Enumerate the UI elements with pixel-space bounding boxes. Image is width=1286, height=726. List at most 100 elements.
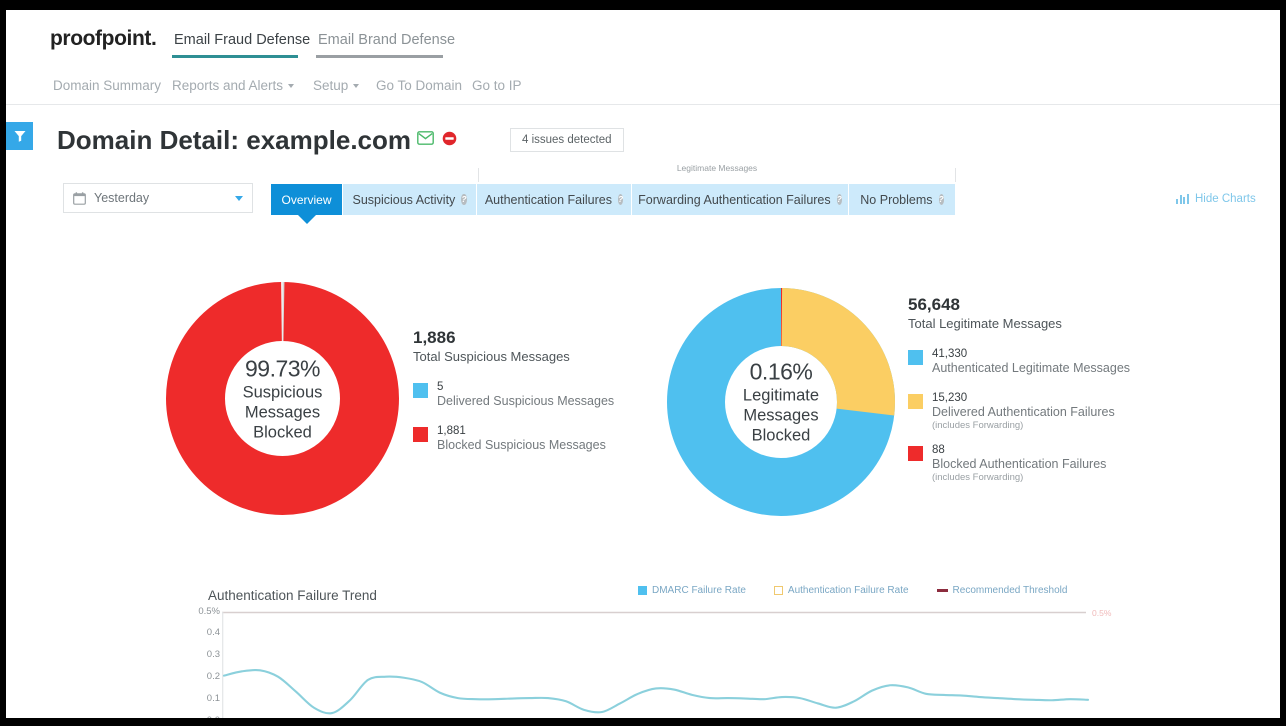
- legend-total-value: 1,886: [413, 328, 456, 347]
- dmarc-failure-rate-line: [222, 668, 1090, 715]
- nav-label: Go to IP: [472, 78, 522, 93]
- legend-swatch-delivered-failures: [908, 394, 923, 409]
- bar-chart-icon: [1176, 194, 1190, 204]
- donut-caption-line2: Messages: [743, 406, 819, 425]
- no-entry-icon[interactable]: [442, 131, 457, 146]
- y-tick-4: 0.1: [206, 693, 220, 704]
- nav-label: Reports and Alerts: [172, 78, 284, 93]
- legend-note: (includes Forwarding): [932, 472, 1024, 483]
- app-window: proofpoint. Email Fraud Defense Email Br…: [6, 10, 1280, 718]
- app-tab-email-fraud-defense[interactable]: Email Fraud Defense: [174, 32, 310, 48]
- legitimate-messages-legend: 56,648 Total Legitimate Messages 41,330 …: [908, 295, 1148, 483]
- nav-item-go-to-domain[interactable]: Go To Domain: [376, 78, 462, 93]
- legend-swatch-delivered: [413, 383, 428, 398]
- hide-charts-button[interactable]: Hide Charts: [1176, 193, 1256, 205]
- donut-center-text: 99.73% Suspicious Messages Blocked: [208, 355, 358, 442]
- help-icon[interactable]: ?: [617, 194, 624, 205]
- hide-charts-label: Hide Charts: [1195, 193, 1256, 205]
- legend-text: 5 Delivered Suspicious Messages: [437, 381, 614, 408]
- trend-plot[interactable]: [222, 608, 1094, 718]
- y-tick-1: 0.4: [206, 627, 220, 638]
- legend-entry-authentication-failure-rate[interactable]: Authentication Failure Rate: [773, 585, 909, 596]
- y-tick-3: 0.2: [206, 671, 220, 682]
- suspicious-messages-donut[interactable]: 99.73% Suspicious Messages Blocked: [166, 282, 399, 515]
- date-range-picker[interactable]: Yesterday: [63, 183, 253, 213]
- help-icon[interactable]: ?: [836, 194, 842, 205]
- donut-caption-line2: Messages: [244, 403, 321, 421]
- page-title: Domain Detail: example.com: [57, 125, 411, 155]
- proofpoint-logo: proofpoint.: [50, 27, 157, 51]
- legend-value: 1,881: [437, 425, 466, 437]
- envelope-icon[interactable]: [417, 131, 434, 145]
- y-tick-2: 0.3: [206, 649, 220, 660]
- legend-total-label: Total Suspicious Messages: [413, 349, 570, 364]
- nav-item-go-to-ip[interactable]: Go to IP: [472, 78, 522, 93]
- legend-value: 41,330: [932, 348, 968, 360]
- brand-dot: .: [150, 27, 157, 50]
- legend-swatch-authenticated: [908, 350, 923, 365]
- donut-caption-line1: Legitimate: [742, 386, 820, 405]
- legend-swatch-blocked: [413, 427, 428, 442]
- nav-item-domain-summary[interactable]: Domain Summary: [53, 78, 161, 93]
- donut-center-text: 0.16% Legitimate Messages Blocked: [706, 359, 856, 446]
- legend-item[interactable]: 1,881 Blocked Suspicious Messages: [413, 425, 643, 452]
- legend-entry-recommended-threshold[interactable]: Recommended Threshold: [936, 585, 1067, 596]
- legend-entry-dmarc-failure-rate[interactable]: DMARC Failure Rate: [638, 585, 746, 596]
- legend-swatch-outline: [773, 586, 783, 595]
- tab-label: Suspicious Activity: [352, 192, 456, 207]
- tab-label: Authentication Failures: [484, 192, 612, 207]
- help-icon[interactable]: ?: [461, 194, 467, 205]
- tab-label: Forwarding Authentication Failures: [638, 192, 831, 207]
- help-icon[interactable]: ?: [938, 194, 944, 205]
- nav-label: Setup: [313, 78, 349, 93]
- nav-item-reports-and-alerts[interactable]: Reports and Alerts: [172, 78, 295, 93]
- legend-item[interactable]: 5 Delivered Suspicious Messages: [413, 381, 643, 408]
- legend-total-value: 56,648: [908, 295, 960, 314]
- legend-value: 15,230: [932, 392, 968, 404]
- y-tick-5: 0.0: [180, 715, 220, 718]
- tab-label: Overview: [281, 192, 332, 207]
- suspicious-messages-legend: 1,886 Total Suspicious Messages 5 Delive…: [413, 328, 643, 452]
- threshold-right-label: 0.5%: [1092, 608, 1112, 618]
- legitimate-messages-group-label: Legitimate Messages: [670, 163, 764, 173]
- brand-bar: proofpoint. Email Fraud Defense Email Br…: [6, 10, 1280, 60]
- trend-chart-legend: DMARC Failure Rate Authentication Failur…: [638, 585, 1067, 596]
- tab-overview[interactable]: Overview: [271, 184, 343, 224]
- donut-caption-line3: Blocked: [751, 426, 811, 445]
- trend-chart-title: Authentication Failure Trend: [208, 588, 377, 603]
- legend-swatch-line: [936, 589, 948, 592]
- legend-swatch-blocked-failures: [908, 446, 923, 461]
- legend-label: Authenticated Legitimate Messages: [932, 361, 1131, 375]
- chevron-down-icon: [288, 84, 295, 89]
- tab-authentication-failures[interactable]: Authentication Failures ?: [477, 184, 632, 215]
- group-label-wrap: Legitimate Messages: [479, 163, 955, 173]
- legend-item[interactable]: 88 Blocked Authentication Failures (incl…: [908, 444, 1148, 483]
- tab-suspicious-activity[interactable]: Suspicious Activity ?: [343, 184, 477, 215]
- legend-text: 1,881 Blocked Suspicious Messages: [437, 425, 606, 452]
- donut-percent: 0.16%: [749, 358, 813, 385]
- donut-caption-line1: Suspicious: [242, 383, 323, 401]
- legend-entry-label: Authentication Failure Rate: [787, 585, 909, 596]
- legend-label: Delivered Authentication Failures: [932, 405, 1115, 419]
- app-tab-email-brand-defense[interactable]: Email Brand Defense: [318, 32, 455, 48]
- y-tick-0: 0.5%: [198, 606, 220, 617]
- legend-item[interactable]: 41,330 Authenticated Legitimate Messages: [908, 348, 1148, 375]
- app-tab-active-underline: [172, 55, 298, 58]
- legend-item[interactable]: 15,230 Delivered Authentication Failures…: [908, 392, 1148, 431]
- legitimate-messages-donut[interactable]: 0.16% Legitimate Messages Blocked: [667, 288, 895, 516]
- legend-label: Blocked Authentication Failures: [932, 457, 1107, 471]
- nav-item-setup[interactable]: Setup: [313, 78, 360, 93]
- legend-note: (includes Forwarding): [932, 420, 1024, 431]
- brand-name: proofpoint: [50, 27, 151, 50]
- legend-value: 5: [437, 381, 444, 393]
- legend-label: Blocked Suspicious Messages: [437, 438, 606, 452]
- filter-panel-toggle[interactable]: [6, 122, 33, 150]
- nav-label: Go To Domain: [376, 78, 463, 93]
- legitimate-messages-group-bracket: Legitimate Messages: [478, 163, 956, 182]
- tab-forwarding-authentication-failures[interactable]: Forwarding Authentication Failures ?: [632, 184, 849, 215]
- issues-detected-badge[interactable]: 4 issues detected: [510, 128, 624, 152]
- tab-active-pointer: [297, 215, 316, 224]
- tab-no-problems[interactable]: No Problems ?: [849, 184, 956, 215]
- legend-value: 88: [932, 444, 945, 456]
- legend-label: Delivered Suspicious Messages: [437, 394, 615, 408]
